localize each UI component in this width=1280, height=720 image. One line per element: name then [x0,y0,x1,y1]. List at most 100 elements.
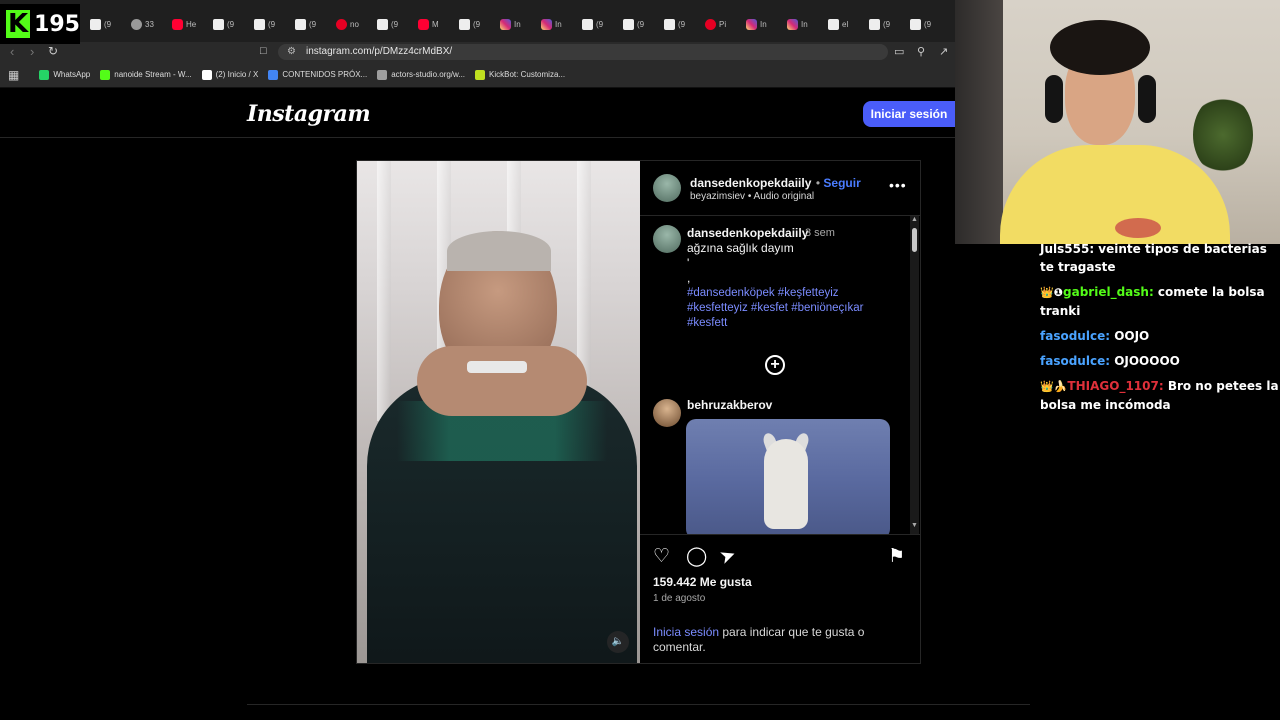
login-button[interactable]: Iniciar sesión [863,101,955,127]
browser-tab[interactable]: no [330,14,371,34]
browser-tab[interactable]: (9 [576,14,617,34]
bookmark-favicon-icon [201,69,212,80]
stream-chat: Juls555: veinte tipos de bacterias te tr… [1040,240,1280,421]
browser-tab[interactable]: (9 [371,14,412,34]
pinterest-icon [705,18,716,30]
bookmark-favicon-icon [475,69,486,80]
tab-label: In [555,19,562,29]
scroll-up-arrow-icon[interactable]: ▲ [911,216,918,223]
browser-tab[interactable]: (9 [863,14,904,34]
tab-label: M [432,19,439,29]
comment-icon[interactable]: ◯ [686,545,707,568]
chat-username[interactable]: fasodulce: [1040,354,1110,368]
url-field[interactable]: ⚙ instagram.com/p/DMzz4crMdBX/ [278,44,888,60]
caption-text: ağzına sağlık dayım ' , [687,241,794,285]
cast-icon[interactable]: ▭ [894,45,904,58]
more-options-icon[interactable]: ••• [889,177,907,193]
browser-tab[interactable]: He [166,14,207,34]
caption-avatar[interactable] [653,225,681,253]
bookmark-item[interactable]: WhatsApp [39,69,90,80]
tab-label: (9 [104,19,112,29]
browser-tab[interactable]: (9 [289,14,330,34]
login-link[interactable]: Inicia sesión [653,625,719,639]
browser-tab[interactable]: (9 [207,14,248,34]
curtain-fold [377,161,391,421]
browser-tab[interactable]: Pi [699,14,740,34]
post-video[interactable]: 🔈 [357,161,640,663]
browser-tab[interactable]: 33 [125,14,166,34]
chat-message: fasodulce: OJOOOOO [1040,352,1280,370]
tab-label: In [760,19,767,29]
chat-username[interactable]: fasodulce: [1040,329,1110,343]
tiktok-icon [213,18,224,30]
apps-grid-icon[interactable]: ▦ [8,68,19,82]
hashtags[interactable]: #dansedenköpek #keşfetteyiz #kesfetteyiz… [687,286,902,331]
bookmark-label: actors-studio.org/w... [391,70,466,79]
share-icon[interactable]: ↗ [939,45,948,58]
back-arrow-icon[interactable]: ‹ [10,44,14,59]
instagram-icon [541,18,552,30]
chat-username[interactable]: THIAGO_1107: [1067,379,1163,393]
save-bookmark-icon[interactable]: ⚑ [888,545,905,568]
browser-tab[interactable]: el [822,14,863,34]
bookmark-item[interactable]: actors-studio.org/w... [377,69,466,80]
browser-tab[interactable]: In [740,14,781,34]
bookmark-item[interactable]: CONTENIDOS PRÓX... [268,69,367,80]
browser-tab[interactable]: (9 [658,14,699,34]
tiktok-icon [90,18,101,30]
follow-button[interactable]: Seguir [823,176,860,190]
load-more-comments-icon[interactable]: + [765,355,785,375]
comment-gif [686,419,890,534]
author-name[interactable]: dansedenkopekdaiily [690,176,811,190]
bookmark-item[interactable]: (2) Inicio / X [201,69,259,80]
browser-tab[interactable]: In [781,14,822,34]
browser-tab[interactable]: (9 [84,14,125,34]
share-plane-icon[interactable]: ➤ [717,543,740,570]
tab-label: (9 [309,19,317,29]
browser-tab[interactable]: (9 [453,14,494,34]
scroll-down-arrow-icon[interactable]: ▼ [911,522,918,529]
browser-tab[interactable]: (9 [617,14,658,34]
site-info-icon[interactable]: ⚙ [287,44,296,60]
commenter-avatar[interactable] [653,399,681,427]
instagram-logo[interactable]: Instagram [247,101,371,127]
pinterest-icon [336,18,347,30]
browser-tab[interactable]: (9 [904,14,945,34]
bookmark-item[interactable]: nanoide Stream - W... [100,69,192,80]
forward-arrow-icon[interactable]: › [30,44,34,59]
audio-user[interactable]: beyazimsiev [690,191,745,202]
browser-tab[interactable]: In [494,14,535,34]
browser-tab[interactable]: M [412,14,453,34]
chat-badges: 👑❶ [1040,286,1064,299]
author-avatar[interactable] [653,174,681,202]
heart-icon[interactable]: ♡ [653,545,670,568]
audio-label[interactable]: Audio original [754,191,815,202]
chat-username[interactable]: Juls555: [1040,242,1094,256]
tab-label: (9 [924,19,932,29]
comments-scrollbar[interactable]: ▲ ▼ [910,216,919,534]
instagram-header: Instagram Iniciar sesión [0,88,955,138]
browser-tab[interactable]: In [535,14,576,34]
author-line: dansedenkopekdaiily • Seguir [690,174,861,192]
instagram-icon [746,18,757,30]
tiktok-icon [910,18,921,30]
likes-count[interactable]: 159.442 Me gusta [653,575,752,589]
caption-user[interactable]: dansedenkopekdaiily [687,226,808,240]
post-actions: ♡ ◯ ➤ ⚑ 159.442 Me gusta 1 de agosto [640,535,920,604]
zoom-icon[interactable]: ⚲ [917,45,925,58]
chat-username[interactable]: gabriel_dash: [1063,285,1154,299]
bookmark-label: (2) Inicio / X [215,70,259,79]
scroll-thumb[interactable] [912,228,917,252]
post-side-panel: dansedenkopekdaiily • Seguir beyazimsiev… [640,161,920,663]
youtube-icon [172,18,183,30]
bookmark-item[interactable]: KickBot: Customiza... [475,69,565,80]
tiktok-icon [295,18,306,30]
reload-icon[interactable]: ↻ [48,44,58,58]
volume-icon[interactable]: 🔈 [607,631,629,653]
comment-user[interactable]: behruzakberov [687,398,772,412]
chat-badges: 👑🍌 [1040,380,1068,393]
cam-hair [1050,20,1150,75]
browser-tab[interactable]: (9 [248,14,289,34]
tab-label: (9 [678,19,686,29]
bookmark-star-icon[interactable]: □ [260,45,267,57]
